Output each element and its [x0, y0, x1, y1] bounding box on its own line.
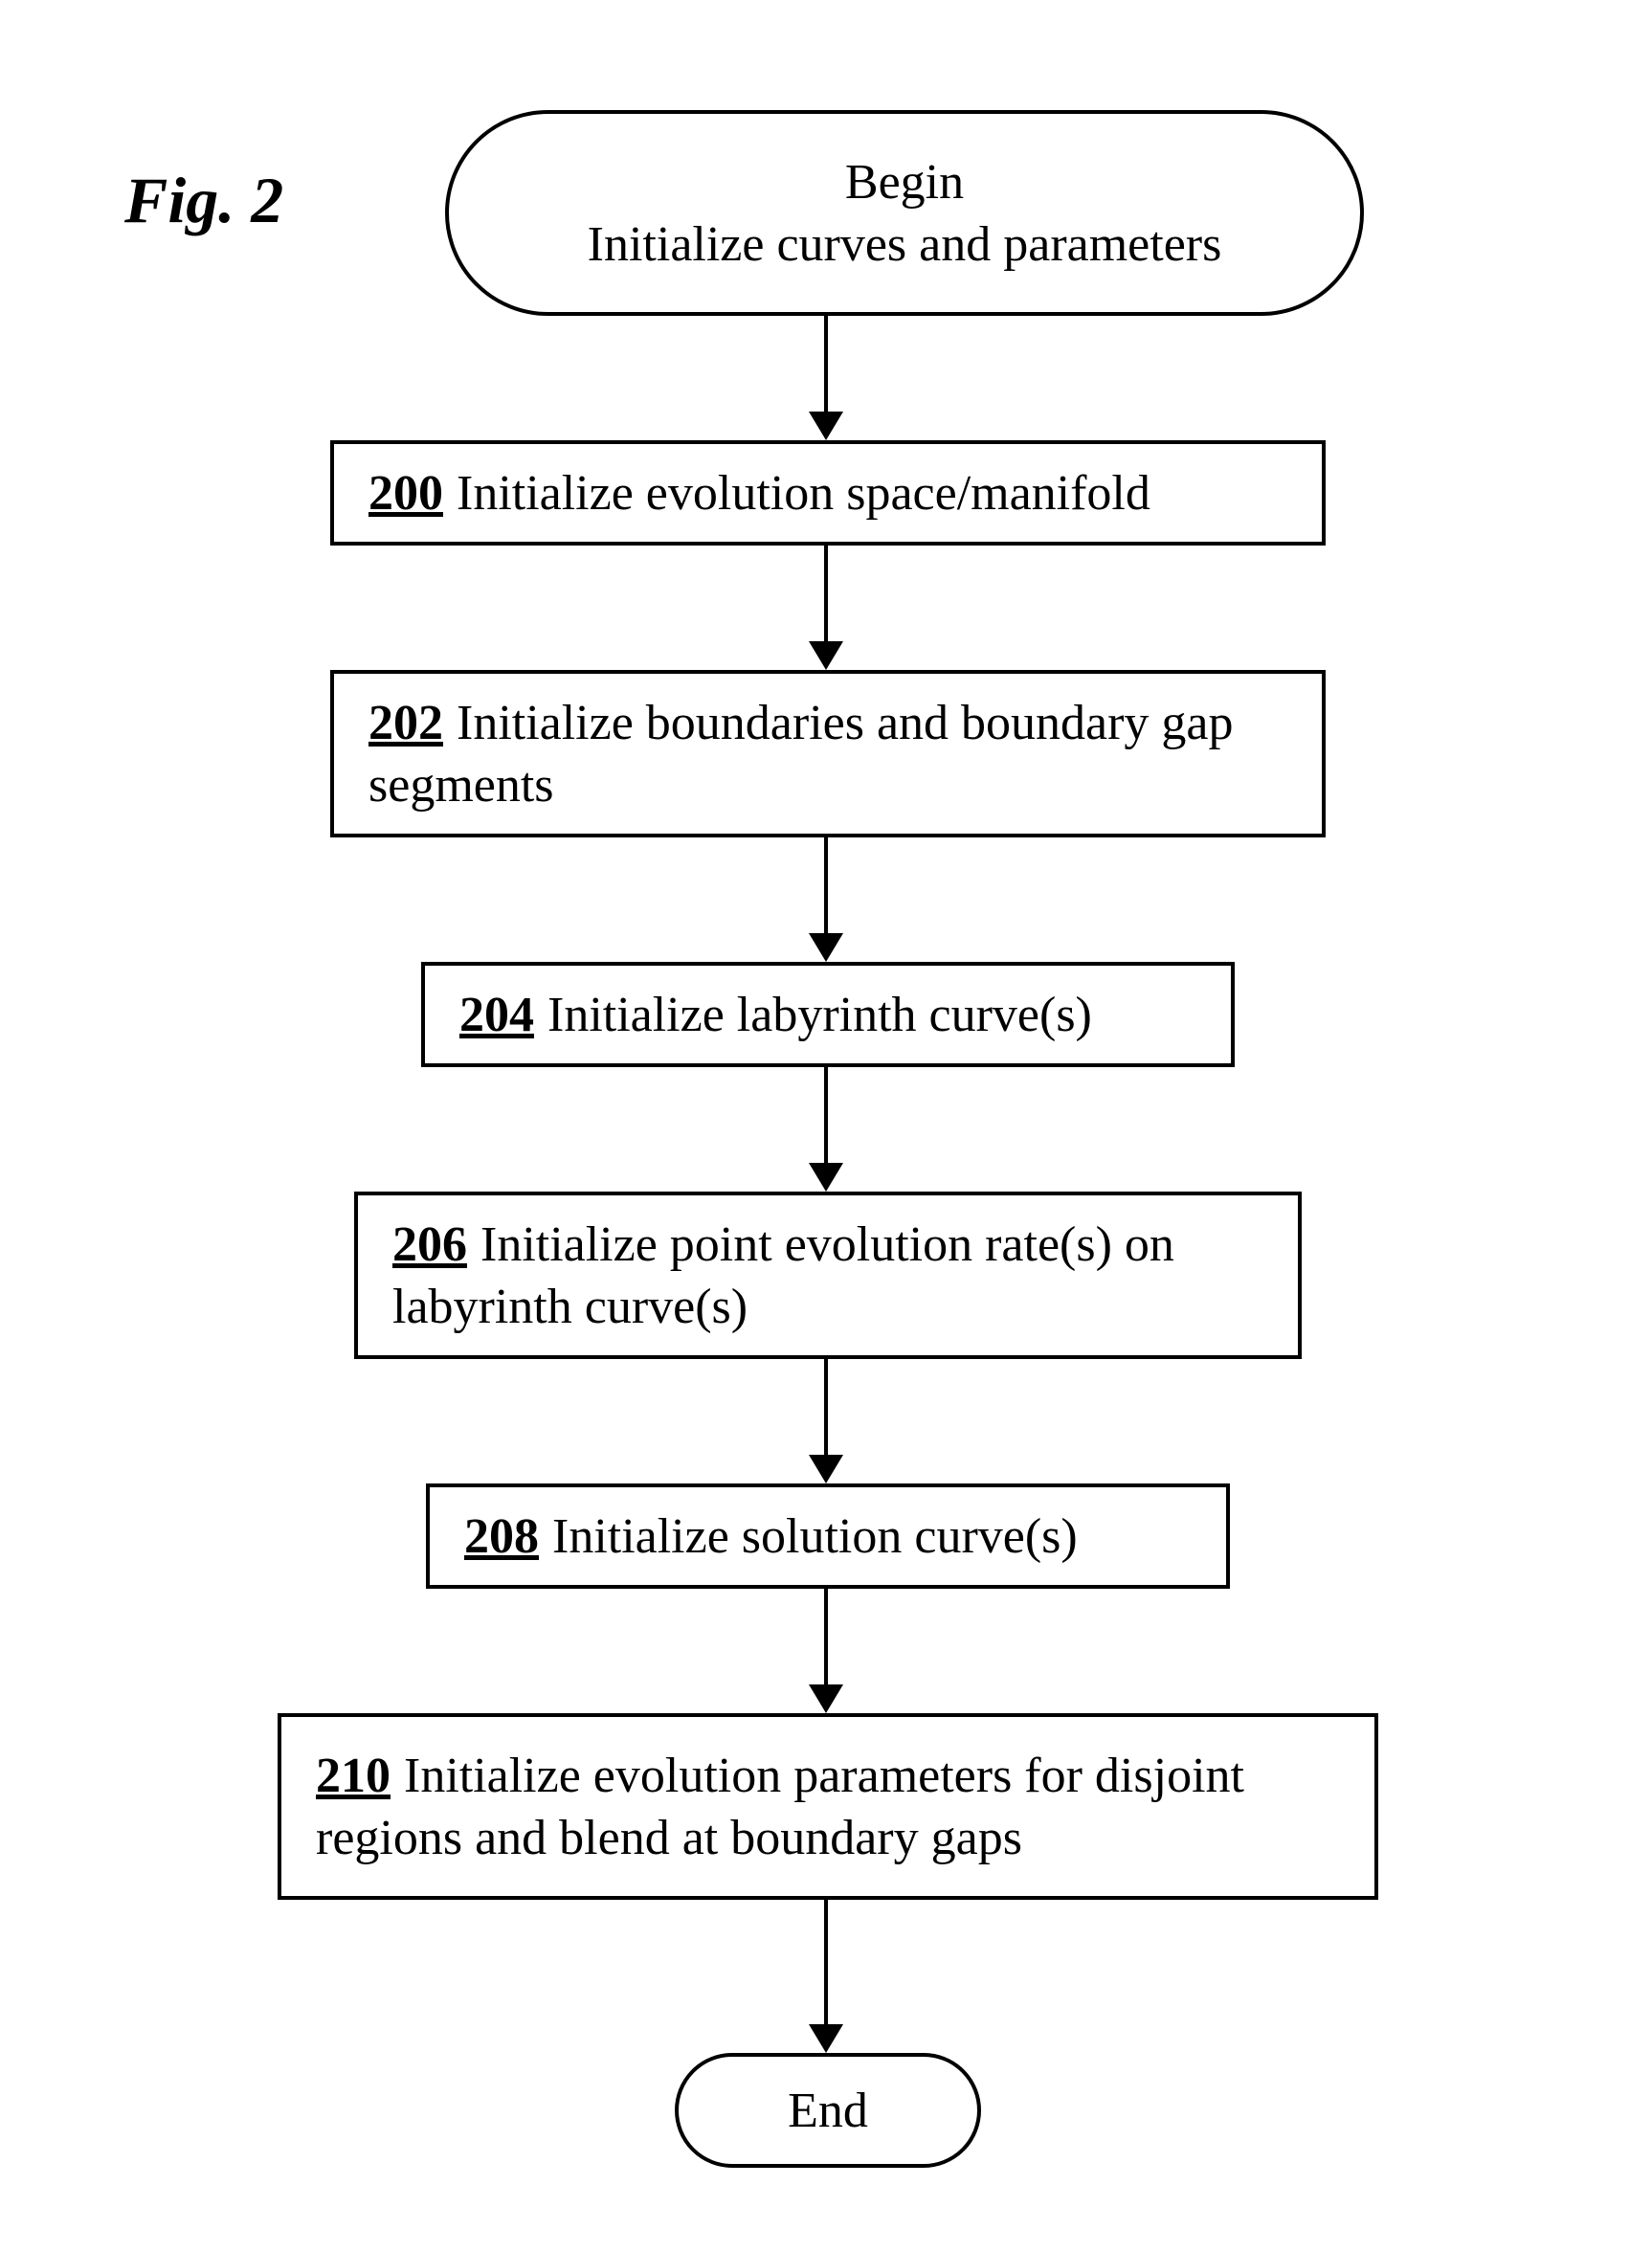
- step-text: Initialize boundaries and boundary gap s…: [368, 696, 1234, 813]
- step-text: Initialize evolution space/manifold: [457, 466, 1150, 521]
- terminator-begin: Begin Initialize curves and parameters: [445, 110, 1364, 316]
- begin-line2: Initialize curves and parameters: [588, 213, 1222, 276]
- process-step-208: 208Initialize solution curve(s): [426, 1483, 1230, 1589]
- step-number: 210: [316, 1749, 391, 1803]
- process-step-202: 202Initialize boundaries and boundary ga…: [330, 670, 1326, 837]
- terminator-end: End: [675, 2053, 981, 2168]
- begin-line1: Begin: [845, 151, 964, 213]
- step-text: Initialize solution curve(s): [552, 1509, 1078, 1564]
- process-step-206: 206Initialize point evolution rate(s) on…: [354, 1192, 1302, 1359]
- process-step-200: 200 Initialize evolution space/manifold: [330, 440, 1326, 546]
- step-number: 200: [368, 466, 443, 521]
- flowchart-canvas: Fig. 2 Begin Initialize curves and param…: [0, 0, 1652, 2252]
- step-number: 204: [459, 988, 534, 1042]
- process-step-210: 210Initialize evolution parameters for d…: [278, 1713, 1378, 1900]
- step-text: Initialize point evolution rate(s) on la…: [392, 1217, 1174, 1334]
- process-step-204: 204Initialize labyrinth curve(s): [421, 962, 1235, 1067]
- step-number: 202: [368, 696, 443, 750]
- figure-label: Fig. 2: [124, 163, 283, 238]
- step-number: 206: [392, 1217, 467, 1272]
- step-text: Initialize labyrinth curve(s): [547, 988, 1092, 1042]
- end-label: End: [788, 2080, 868, 2142]
- step-text: Initialize evolution parameters for disj…: [316, 1749, 1244, 1865]
- step-number: 208: [464, 1509, 539, 1564]
